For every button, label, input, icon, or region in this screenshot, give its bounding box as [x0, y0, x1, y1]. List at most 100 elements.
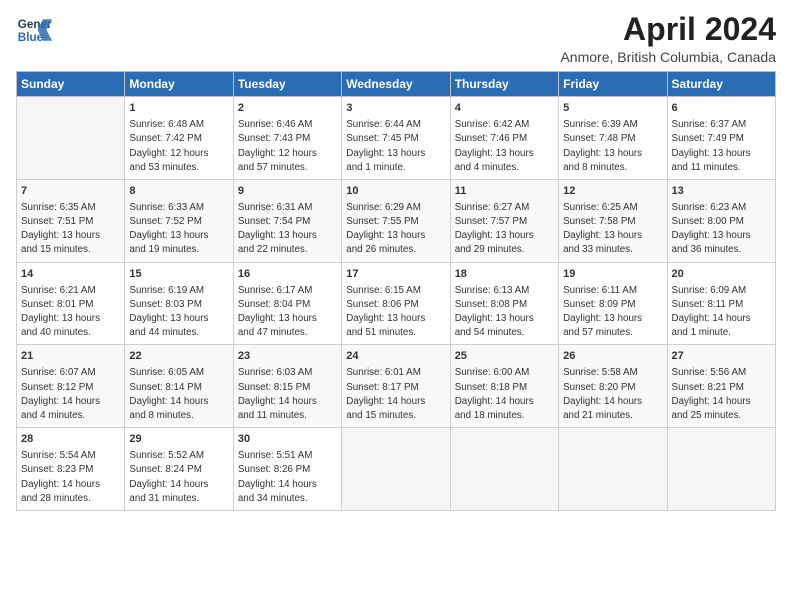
day-info: Sunrise: 6:42 AMSunset: 7:46 PMDaylight:…	[455, 118, 554, 175]
day-number: 8	[129, 184, 228, 200]
day-cell: 18Sunrise: 6:13 AMSunset: 8:08 PMDayligh…	[450, 262, 558, 345]
day-number: 19	[563, 267, 662, 283]
day-cell: 8Sunrise: 6:33 AMSunset: 7:52 PMDaylight…	[125, 179, 233, 262]
day-number: 28	[21, 432, 120, 448]
day-info: Sunrise: 6:11 AMSunset: 8:09 PMDaylight:…	[563, 284, 662, 341]
day-cell: 30Sunrise: 5:51 AMSunset: 8:26 PMDayligh…	[233, 428, 341, 511]
day-cell	[559, 428, 667, 511]
column-header-saturday: Saturday	[667, 72, 775, 97]
day-number: 23	[238, 349, 337, 365]
day-info: Sunrise: 6:25 AMSunset: 7:58 PMDaylight:…	[563, 201, 662, 258]
subtitle: Anmore, British Columbia, Canada	[560, 49, 776, 65]
day-cell: 6Sunrise: 6:37 AMSunset: 7:49 PMDaylight…	[667, 97, 775, 180]
column-header-monday: Monday	[125, 72, 233, 97]
day-number: 25	[455, 349, 554, 365]
day-info: Sunrise: 5:51 AMSunset: 8:26 PMDaylight:…	[238, 449, 337, 506]
logo: General Blue	[16, 12, 52, 48]
column-header-sunday: Sunday	[17, 72, 125, 97]
day-cell: 21Sunrise: 6:07 AMSunset: 8:12 PMDayligh…	[17, 345, 125, 428]
week-row-3: 14Sunrise: 6:21 AMSunset: 8:01 PMDayligh…	[17, 262, 776, 345]
day-number: 18	[455, 267, 554, 283]
day-info: Sunrise: 6:13 AMSunset: 8:08 PMDaylight:…	[455, 284, 554, 341]
day-info: Sunrise: 6:46 AMSunset: 7:43 PMDaylight:…	[238, 118, 337, 175]
day-number: 3	[346, 101, 445, 117]
day-info: Sunrise: 6:31 AMSunset: 7:54 PMDaylight:…	[238, 201, 337, 258]
column-header-wednesday: Wednesday	[342, 72, 450, 97]
day-info: Sunrise: 6:27 AMSunset: 7:57 PMDaylight:…	[455, 201, 554, 258]
day-cell: 26Sunrise: 5:58 AMSunset: 8:20 PMDayligh…	[559, 345, 667, 428]
day-info: Sunrise: 6:09 AMSunset: 8:11 PMDaylight:…	[672, 284, 771, 341]
week-row-2: 7Sunrise: 6:35 AMSunset: 7:51 PMDaylight…	[17, 179, 776, 262]
day-number: 17	[346, 267, 445, 283]
day-info: Sunrise: 6:23 AMSunset: 8:00 PMDaylight:…	[672, 201, 771, 258]
day-info: Sunrise: 6:05 AMSunset: 8:14 PMDaylight:…	[129, 366, 228, 423]
day-info: Sunrise: 6:33 AMSunset: 7:52 PMDaylight:…	[129, 201, 228, 258]
day-cell: 17Sunrise: 6:15 AMSunset: 8:06 PMDayligh…	[342, 262, 450, 345]
day-cell: 25Sunrise: 6:00 AMSunset: 8:18 PMDayligh…	[450, 345, 558, 428]
day-cell: 16Sunrise: 6:17 AMSunset: 8:04 PMDayligh…	[233, 262, 341, 345]
day-number: 20	[672, 267, 771, 283]
day-number: 26	[563, 349, 662, 365]
day-cell: 4Sunrise: 6:42 AMSunset: 7:46 PMDaylight…	[450, 97, 558, 180]
calendar-body: 1Sunrise: 6:48 AMSunset: 7:42 PMDaylight…	[17, 97, 776, 511]
day-info: Sunrise: 6:21 AMSunset: 8:01 PMDaylight:…	[21, 284, 120, 341]
day-info: Sunrise: 5:52 AMSunset: 8:24 PMDaylight:…	[129, 449, 228, 506]
day-info: Sunrise: 6:03 AMSunset: 8:15 PMDaylight:…	[238, 366, 337, 423]
day-number: 14	[21, 267, 120, 283]
week-row-5: 28Sunrise: 5:54 AMSunset: 8:23 PMDayligh…	[17, 428, 776, 511]
day-number: 10	[346, 184, 445, 200]
day-info: Sunrise: 6:29 AMSunset: 7:55 PMDaylight:…	[346, 201, 445, 258]
day-cell: 20Sunrise: 6:09 AMSunset: 8:11 PMDayligh…	[667, 262, 775, 345]
day-info: Sunrise: 6:15 AMSunset: 8:06 PMDaylight:…	[346, 284, 445, 341]
calendar-table: SundayMondayTuesdayWednesdayThursdayFrid…	[16, 71, 776, 511]
day-number: 5	[563, 101, 662, 117]
day-cell: 2Sunrise: 6:46 AMSunset: 7:43 PMDaylight…	[233, 97, 341, 180]
day-cell	[667, 428, 775, 511]
day-number: 30	[238, 432, 337, 448]
day-number: 2	[238, 101, 337, 117]
day-cell: 14Sunrise: 6:21 AMSunset: 8:01 PMDayligh…	[17, 262, 125, 345]
page-container: General Blue April 2024 Anmore, British …	[0, 0, 792, 519]
day-cell: 1Sunrise: 6:48 AMSunset: 7:42 PMDaylight…	[125, 97, 233, 180]
day-info: Sunrise: 6:48 AMSunset: 7:42 PMDaylight:…	[129, 118, 228, 175]
day-cell: 29Sunrise: 5:52 AMSunset: 8:24 PMDayligh…	[125, 428, 233, 511]
day-cell: 23Sunrise: 6:03 AMSunset: 8:15 PMDayligh…	[233, 345, 341, 428]
day-number: 22	[129, 349, 228, 365]
day-cell: 7Sunrise: 6:35 AMSunset: 7:51 PMDaylight…	[17, 179, 125, 262]
day-number: 6	[672, 101, 771, 117]
day-number: 9	[238, 184, 337, 200]
day-cell: 19Sunrise: 6:11 AMSunset: 8:09 PMDayligh…	[559, 262, 667, 345]
week-row-4: 21Sunrise: 6:07 AMSunset: 8:12 PMDayligh…	[17, 345, 776, 428]
day-info: Sunrise: 5:56 AMSunset: 8:21 PMDaylight:…	[672, 366, 771, 423]
day-number: 21	[21, 349, 120, 365]
day-info: Sunrise: 6:37 AMSunset: 7:49 PMDaylight:…	[672, 118, 771, 175]
day-cell	[342, 428, 450, 511]
day-info: Sunrise: 5:58 AMSunset: 8:20 PMDaylight:…	[563, 366, 662, 423]
day-cell: 13Sunrise: 6:23 AMSunset: 8:00 PMDayligh…	[667, 179, 775, 262]
day-cell: 24Sunrise: 6:01 AMSunset: 8:17 PMDayligh…	[342, 345, 450, 428]
day-cell: 28Sunrise: 5:54 AMSunset: 8:23 PMDayligh…	[17, 428, 125, 511]
week-row-1: 1Sunrise: 6:48 AMSunset: 7:42 PMDaylight…	[17, 97, 776, 180]
day-number: 13	[672, 184, 771, 200]
day-number: 11	[455, 184, 554, 200]
column-header-friday: Friday	[559, 72, 667, 97]
day-cell: 15Sunrise: 6:19 AMSunset: 8:03 PMDayligh…	[125, 262, 233, 345]
day-info: Sunrise: 6:19 AMSunset: 8:03 PMDaylight:…	[129, 284, 228, 341]
day-info: Sunrise: 5:54 AMSunset: 8:23 PMDaylight:…	[21, 449, 120, 506]
day-number: 24	[346, 349, 445, 365]
day-cell: 22Sunrise: 6:05 AMSunset: 8:14 PMDayligh…	[125, 345, 233, 428]
day-cell: 11Sunrise: 6:27 AMSunset: 7:57 PMDayligh…	[450, 179, 558, 262]
day-info: Sunrise: 6:17 AMSunset: 8:04 PMDaylight:…	[238, 284, 337, 341]
main-title: April 2024	[560, 12, 776, 47]
title-block: April 2024 Anmore, British Columbia, Can…	[560, 12, 776, 65]
day-number: 15	[129, 267, 228, 283]
day-cell	[450, 428, 558, 511]
day-cell: 3Sunrise: 6:44 AMSunset: 7:45 PMDaylight…	[342, 97, 450, 180]
day-number: 29	[129, 432, 228, 448]
day-cell: 12Sunrise: 6:25 AMSunset: 7:58 PMDayligh…	[559, 179, 667, 262]
day-number: 1	[129, 101, 228, 117]
day-cell: 10Sunrise: 6:29 AMSunset: 7:55 PMDayligh…	[342, 179, 450, 262]
day-number: 7	[21, 184, 120, 200]
day-info: Sunrise: 6:35 AMSunset: 7:51 PMDaylight:…	[21, 201, 120, 258]
logo-icon: General Blue	[16, 12, 52, 48]
